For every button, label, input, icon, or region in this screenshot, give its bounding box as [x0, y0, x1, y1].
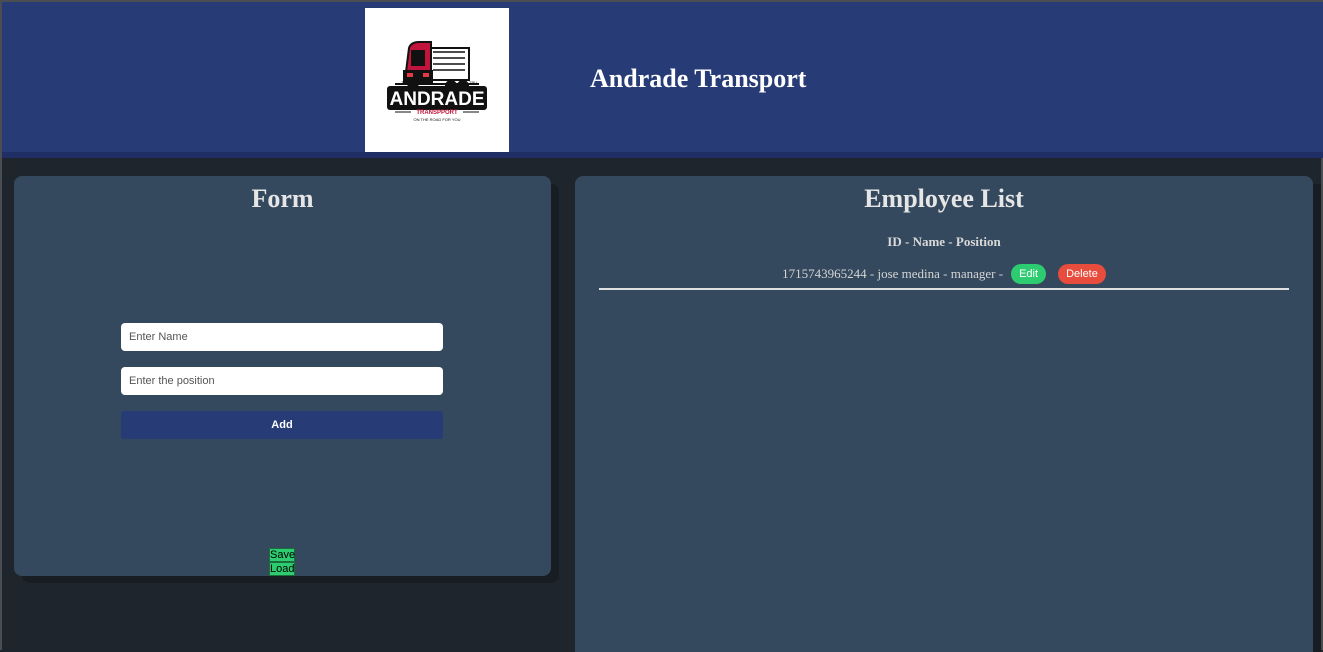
list-panel-shadow	[1313, 184, 1321, 652]
employee-row-text: 1715743965244 - jose medina - manager -	[782, 266, 1004, 281]
table-row: 1715743965244 - jose medina - manager - …	[599, 260, 1289, 290]
form-panel: Form Add	[14, 176, 551, 576]
site-header: THE TRU ANDRADE TRANSPPORT ON THE ROAD F…	[2, 2, 1323, 158]
page-title: Andrade Transport	[590, 64, 807, 93]
window-frame: THE TRU ANDRADE TRANSPPORT ON THE ROAD F…	[0, 0, 1323, 652]
logo-tagline-text: ON THE ROAD FOR YOU	[414, 117, 461, 122]
logo-brand-text: ANDRADE	[390, 89, 485, 110]
add-button[interactable]: Add	[121, 411, 443, 439]
employee-list-title: Employee List	[864, 184, 1024, 213]
company-logo: THE TRU ANDRADE TRANSPPORT ON THE ROAD F…	[365, 8, 509, 152]
form-title: Form	[251, 184, 314, 213]
delete-button[interactable]: Delete	[1058, 264, 1106, 284]
save-button[interactable]: Save	[269, 548, 295, 562]
employee-list-panel: Employee List ID - Name - Position 17157…	[575, 176, 1313, 652]
truck-logo-icon: THE TRU ANDRADE TRANSPPORT ON THE ROAD F…	[387, 41, 487, 122]
employee-list-header: ID - Name - Position	[887, 234, 1001, 249]
name-input[interactable]	[121, 323, 443, 351]
svg-text:THE: THE	[401, 80, 409, 85]
svg-text:TRU: TRU	[469, 80, 477, 85]
position-input[interactable]	[121, 367, 443, 395]
edit-button[interactable]: Edit	[1011, 264, 1047, 284]
load-button[interactable]: Load	[269, 562, 295, 576]
logo-subtitle-text: TRANSPPORT	[416, 110, 458, 116]
